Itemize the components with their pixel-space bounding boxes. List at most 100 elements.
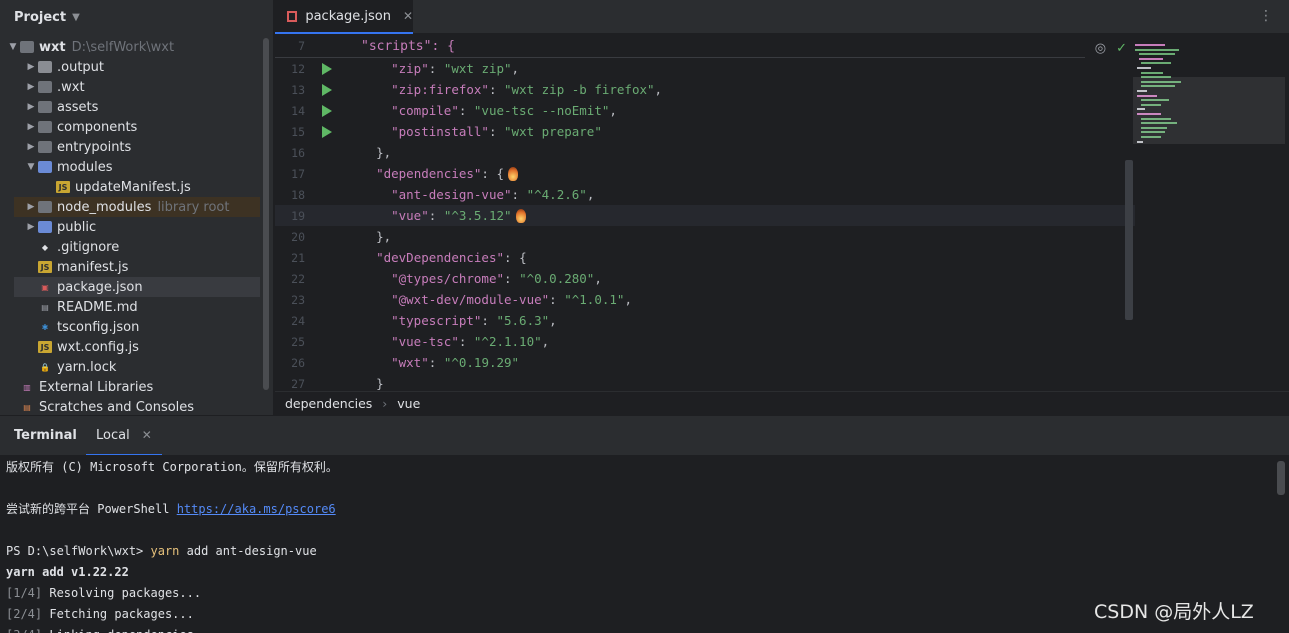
terminal-header: Terminal Local ✕ [0, 415, 1289, 456]
code-line[interactable]: 16 }, [275, 142, 1135, 163]
tree-item[interactable]: ▶ assets [0, 97, 262, 117]
code-line[interactable]: 24 "typescript": "5.6.3", [275, 310, 1135, 331]
project-view-selector[interactable]: Project ▼ [0, 0, 273, 34]
code-text: "vue": "^3.5.12" [391, 208, 512, 223]
run-script-icon[interactable] [322, 104, 332, 117]
code-line[interactable]: 19 "vue": "^3.5.12" [275, 205, 1135, 226]
chevron-down-icon: ▼ [72, 11, 80, 23]
sticky-scroll-line[interactable]: 7 "scripts": { [275, 35, 1085, 58]
code-line[interactable]: 13 "zip:firefox": "wxt zip -b firefox", [275, 79, 1135, 100]
tab-label: package.json [305, 8, 391, 24]
terminal-line: 尝试新的跨平台 PowerShell https://aka.ms/pscore… [6, 501, 336, 517]
chevron-right-icon[interactable]: ▶ [24, 222, 38, 232]
code-line[interactable]: 23 "@wxt-dev/module-vue": "^1.0.1", [275, 289, 1135, 310]
project-panel: Project ▼ ▼ wxt D:\selfWork\wxt ▶ .output ▶ .w… [0, 0, 274, 415]
tree-item[interactable]: 🔒 yarn.lock [0, 357, 262, 377]
folder-icon [20, 41, 34, 53]
line-number: 27 [291, 376, 305, 391]
code-line[interactable]: 15 "postinstall": "wxt prepare" [275, 121, 1135, 142]
chevron-right-icon[interactable]: ▶ [24, 142, 38, 152]
chevron-right-icon[interactable]: ▶ [24, 102, 38, 112]
code-line[interactable]: 26 "wxt": "^0.19.29" [275, 352, 1135, 373]
gutter [305, 104, 349, 117]
chevron-down-icon[interactable]: ▼ [24, 162, 38, 172]
tree-item-label: updateManifest.js [75, 179, 191, 195]
more-options-icon[interactable]: ⋮ [1259, 8, 1273, 24]
run-script-icon[interactable] [322, 62, 332, 75]
tree-item[interactable]: ▤ README.md [0, 297, 262, 317]
js-file-icon: JS [38, 341, 52, 353]
tree-item[interactable]: ▥ External Libraries [0, 377, 262, 397]
code-line[interactable]: 21 "devDependencies": { [275, 247, 1135, 268]
tree-item[interactable]: ▶ node_modules library root [14, 197, 260, 217]
terminal-line: [1/4] Resolving packages... [6, 585, 202, 600]
editor-tab-bar: package.json ✕ ⋮ [275, 0, 1289, 34]
code-text: }, [376, 229, 392, 244]
code-text: "wxt": "^0.19.29" [391, 355, 520, 370]
gutter [305, 83, 349, 96]
tree-item[interactable]: ▣ package.json [14, 277, 260, 297]
code-editor[interactable]: 7 "scripts": { ◎ ✓ 12 "zip": "wxt zip", 1… [275, 35, 1285, 391]
js-file-icon: JS [38, 261, 52, 273]
code-text: } [376, 376, 384, 391]
watermark: CSDN @局外人LZ [1094, 601, 1254, 623]
tree-item-label: .wxt [57, 79, 85, 95]
run-script-icon[interactable] [322, 125, 332, 138]
tree-item-label: manifest.js [57, 259, 129, 275]
code-line[interactable]: 12 "zip": "wxt zip", [275, 58, 1135, 79]
terminal-line: PS D:\selfWork\wxt> yarn add ant-design-… [6, 543, 317, 558]
tree-item[interactable]: ▤ Scratches and Consoles [0, 397, 262, 417]
chevron-right-icon[interactable]: ▶ [24, 62, 38, 72]
run-script-icon[interactable] [322, 83, 332, 96]
checkmark-icon[interactable]: ✓ [1116, 41, 1127, 56]
tree-item[interactable]: ◆ .gitignore [0, 237, 262, 257]
code-line[interactable]: 18 "ant-design-vue": "^4.2.6", [275, 184, 1135, 205]
tree-item[interactable]: ✱ tsconfig.json [0, 317, 262, 337]
tree-item[interactable]: JS updateManifest.js [0, 177, 262, 197]
code-line[interactable]: 22 "@types/chrome": "^0.0.280", [275, 268, 1135, 289]
code-text: "devDependencies": { [376, 250, 527, 265]
flame-icon [508, 166, 519, 181]
code-line[interactable]: 14 "compile": "vue-tsc --noEmit", [275, 100, 1135, 121]
folder-icon [38, 61, 52, 73]
code-text: "@wxt-dev/module-vue": "^1.0.1", [391, 292, 632, 307]
tree-item[interactable]: JS manifest.js [0, 257, 262, 277]
breadcrumb-item[interactable]: vue [397, 396, 420, 411]
terminal-tab-local[interactable]: Local ✕ [86, 416, 162, 456]
line-number: 16 [291, 145, 305, 160]
tree-item[interactable]: JS wxt.config.js [0, 337, 262, 357]
code-line[interactable]: 20 }, [275, 226, 1135, 247]
tree-item[interactable]: ▼ modules [0, 157, 262, 177]
terminal-line: [3/4] Linking dependencies... [6, 624, 216, 633]
code-line[interactable]: 17 "dependencies": { [275, 163, 1135, 184]
minimap[interactable] [1133, 40, 1285, 150]
sticky-code: "scripts": { [361, 38, 455, 54]
terminal-link[interactable]: https://aka.ms/pscore6 [177, 502, 336, 516]
tree-item[interactable]: ▼ wxt D:\selfWork\wxt [0, 37, 262, 57]
editor-scrollbar[interactable] [1125, 160, 1133, 320]
terminal-line: 版权所有 (C) Microsoft Corporation。保留所有权利。 [6, 460, 338, 474]
chevron-right-icon[interactable]: ▶ [24, 202, 38, 212]
folder-icon [38, 201, 52, 213]
chevron-down-icon[interactable]: ▼ [6, 42, 20, 52]
tab-package-json[interactable]: package.json ✕ [275, 0, 413, 34]
tree-item-label: External Libraries [39, 379, 154, 395]
code-line[interactable]: 27 } [275, 373, 1135, 391]
tree-scrollbar[interactable] [263, 38, 269, 390]
tree-item[interactable]: ▶ .wxt [0, 77, 262, 97]
chevron-right-icon[interactable]: ▶ [24, 82, 38, 92]
close-icon[interactable]: ✕ [142, 428, 152, 442]
code-line[interactable]: 25 "vue-tsc": "^2.1.10", [275, 331, 1135, 352]
code-text: "typescript": "5.6.3", [391, 313, 557, 328]
tree-item[interactable]: ▶ components [0, 117, 262, 137]
tree-item-label: README.md [57, 299, 138, 315]
chevron-right-icon[interactable]: ▶ [24, 122, 38, 132]
terminal-scrollbar[interactable] [1277, 461, 1285, 495]
tree-item[interactable]: ▶ public [0, 217, 262, 237]
tree-item-label: Scratches and Consoles [39, 399, 195, 415]
breadcrumb-item[interactable]: dependencies [285, 396, 372, 411]
close-icon[interactable]: ✕ [403, 9, 413, 23]
tree-item[interactable]: ▶ entrypoints [0, 137, 262, 157]
reader-mode-icon[interactable]: ◎ [1095, 41, 1106, 56]
tree-item[interactable]: ▶ .output [0, 57, 262, 77]
